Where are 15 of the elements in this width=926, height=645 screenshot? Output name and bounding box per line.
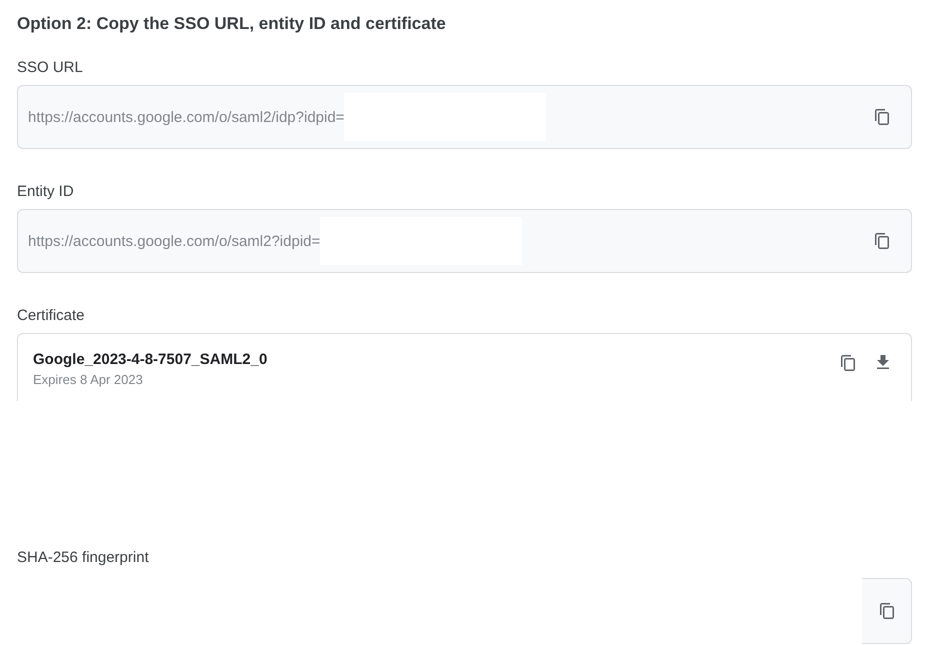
field-label: SHA-256 fingerprint (17, 549, 150, 566)
field-value: https://accounts.google.com/o/saml2/idp?idpid= (28, 108, 344, 126)
section-title: Option 2: Copy the SSO URL, entity ID and certificate (17, 14, 447, 34)
certificate-name: Google_2023-4-8-7507_SAML2_0 (33, 351, 268, 368)
copy-button[interactable] (862, 578, 912, 644)
field-label: Entity ID (17, 183, 75, 200)
field-label: Certificate (17, 307, 86, 324)
copy-icon (880, 603, 894, 619)
copy-icon (841, 355, 855, 371)
field-label: SSO URL (17, 59, 84, 76)
copy-icon (875, 233, 889, 249)
download-icon (877, 355, 889, 369)
certificate-expiry: Expires 8 Apr 2023 (33, 372, 144, 387)
copy-icon (875, 109, 889, 125)
field-value: https://accounts.google.com/o/saml2?idpid= (28, 232, 320, 250)
